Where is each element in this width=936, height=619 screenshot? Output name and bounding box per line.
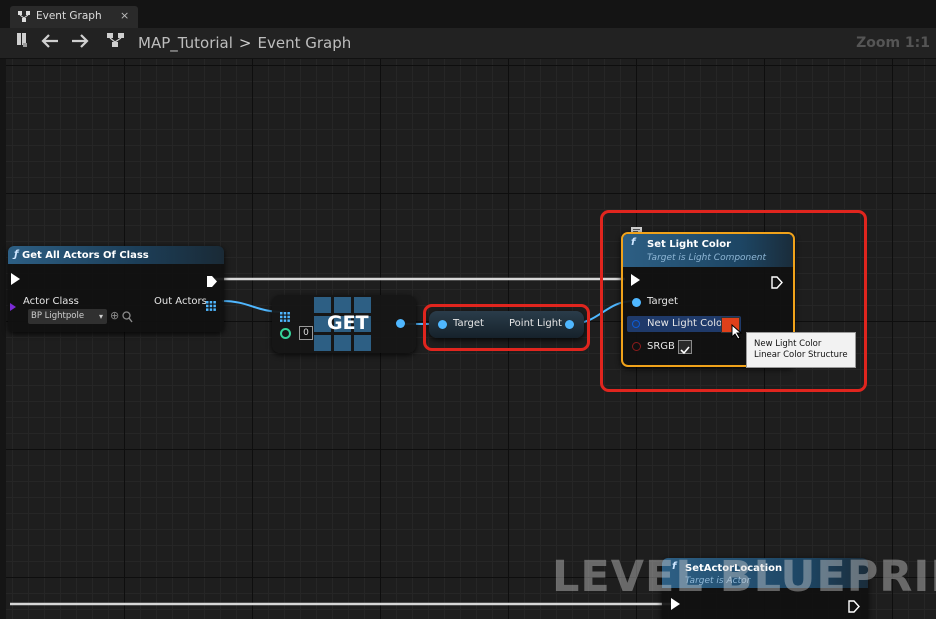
- get-all-actors-node[interactable]: ƒ Get All Actors Of Class Actor Class BP…: [8, 246, 224, 332]
- level-blueprint-watermark: LEVEL BLUEPRINT: [552, 552, 936, 602]
- search-icon[interactable]: [122, 308, 133, 327]
- get-array-node[interactable]: GET 0: [272, 295, 416, 353]
- index-input[interactable]: 0: [299, 326, 313, 340]
- array-pin-icon[interactable]: [206, 296, 216, 315]
- node-header: ƒ Get All Actors Of Class: [8, 246, 224, 264]
- index-pin[interactable]: [280, 328, 291, 339]
- exec-in-pin[interactable]: [11, 273, 20, 285]
- add-icon[interactable]: ⊕: [110, 309, 119, 322]
- tooltip-title: New Light Color: [754, 339, 822, 349]
- get-output-pin[interactable]: [396, 319, 405, 328]
- actor-class-value: BP Lightpole: [31, 311, 85, 321]
- actor-class-label: Actor Class: [23, 296, 79, 307]
- highlight-box: [423, 304, 590, 351]
- tooltip-type: Linear Color Structure: [754, 350, 848, 360]
- exec-out-pin[interactable]: [206, 273, 218, 292]
- pin-tooltip: New Light Color Linear Color Structure: [746, 332, 856, 368]
- class-pin[interactable]: [10, 303, 16, 311]
- actor-class-dropdown[interactable]: BP Lightpole ▾: [28, 309, 107, 324]
- chevron-down-icon: ▾: [98, 312, 103, 321]
- function-icon: ƒ: [14, 249, 19, 260]
- array-input-pin[interactable]: [280, 307, 290, 326]
- get-node-title: GET: [327, 312, 369, 334]
- out-actors-label: Out Actors: [154, 296, 207, 307]
- node-title: Get All Actors Of Class: [22, 250, 149, 261]
